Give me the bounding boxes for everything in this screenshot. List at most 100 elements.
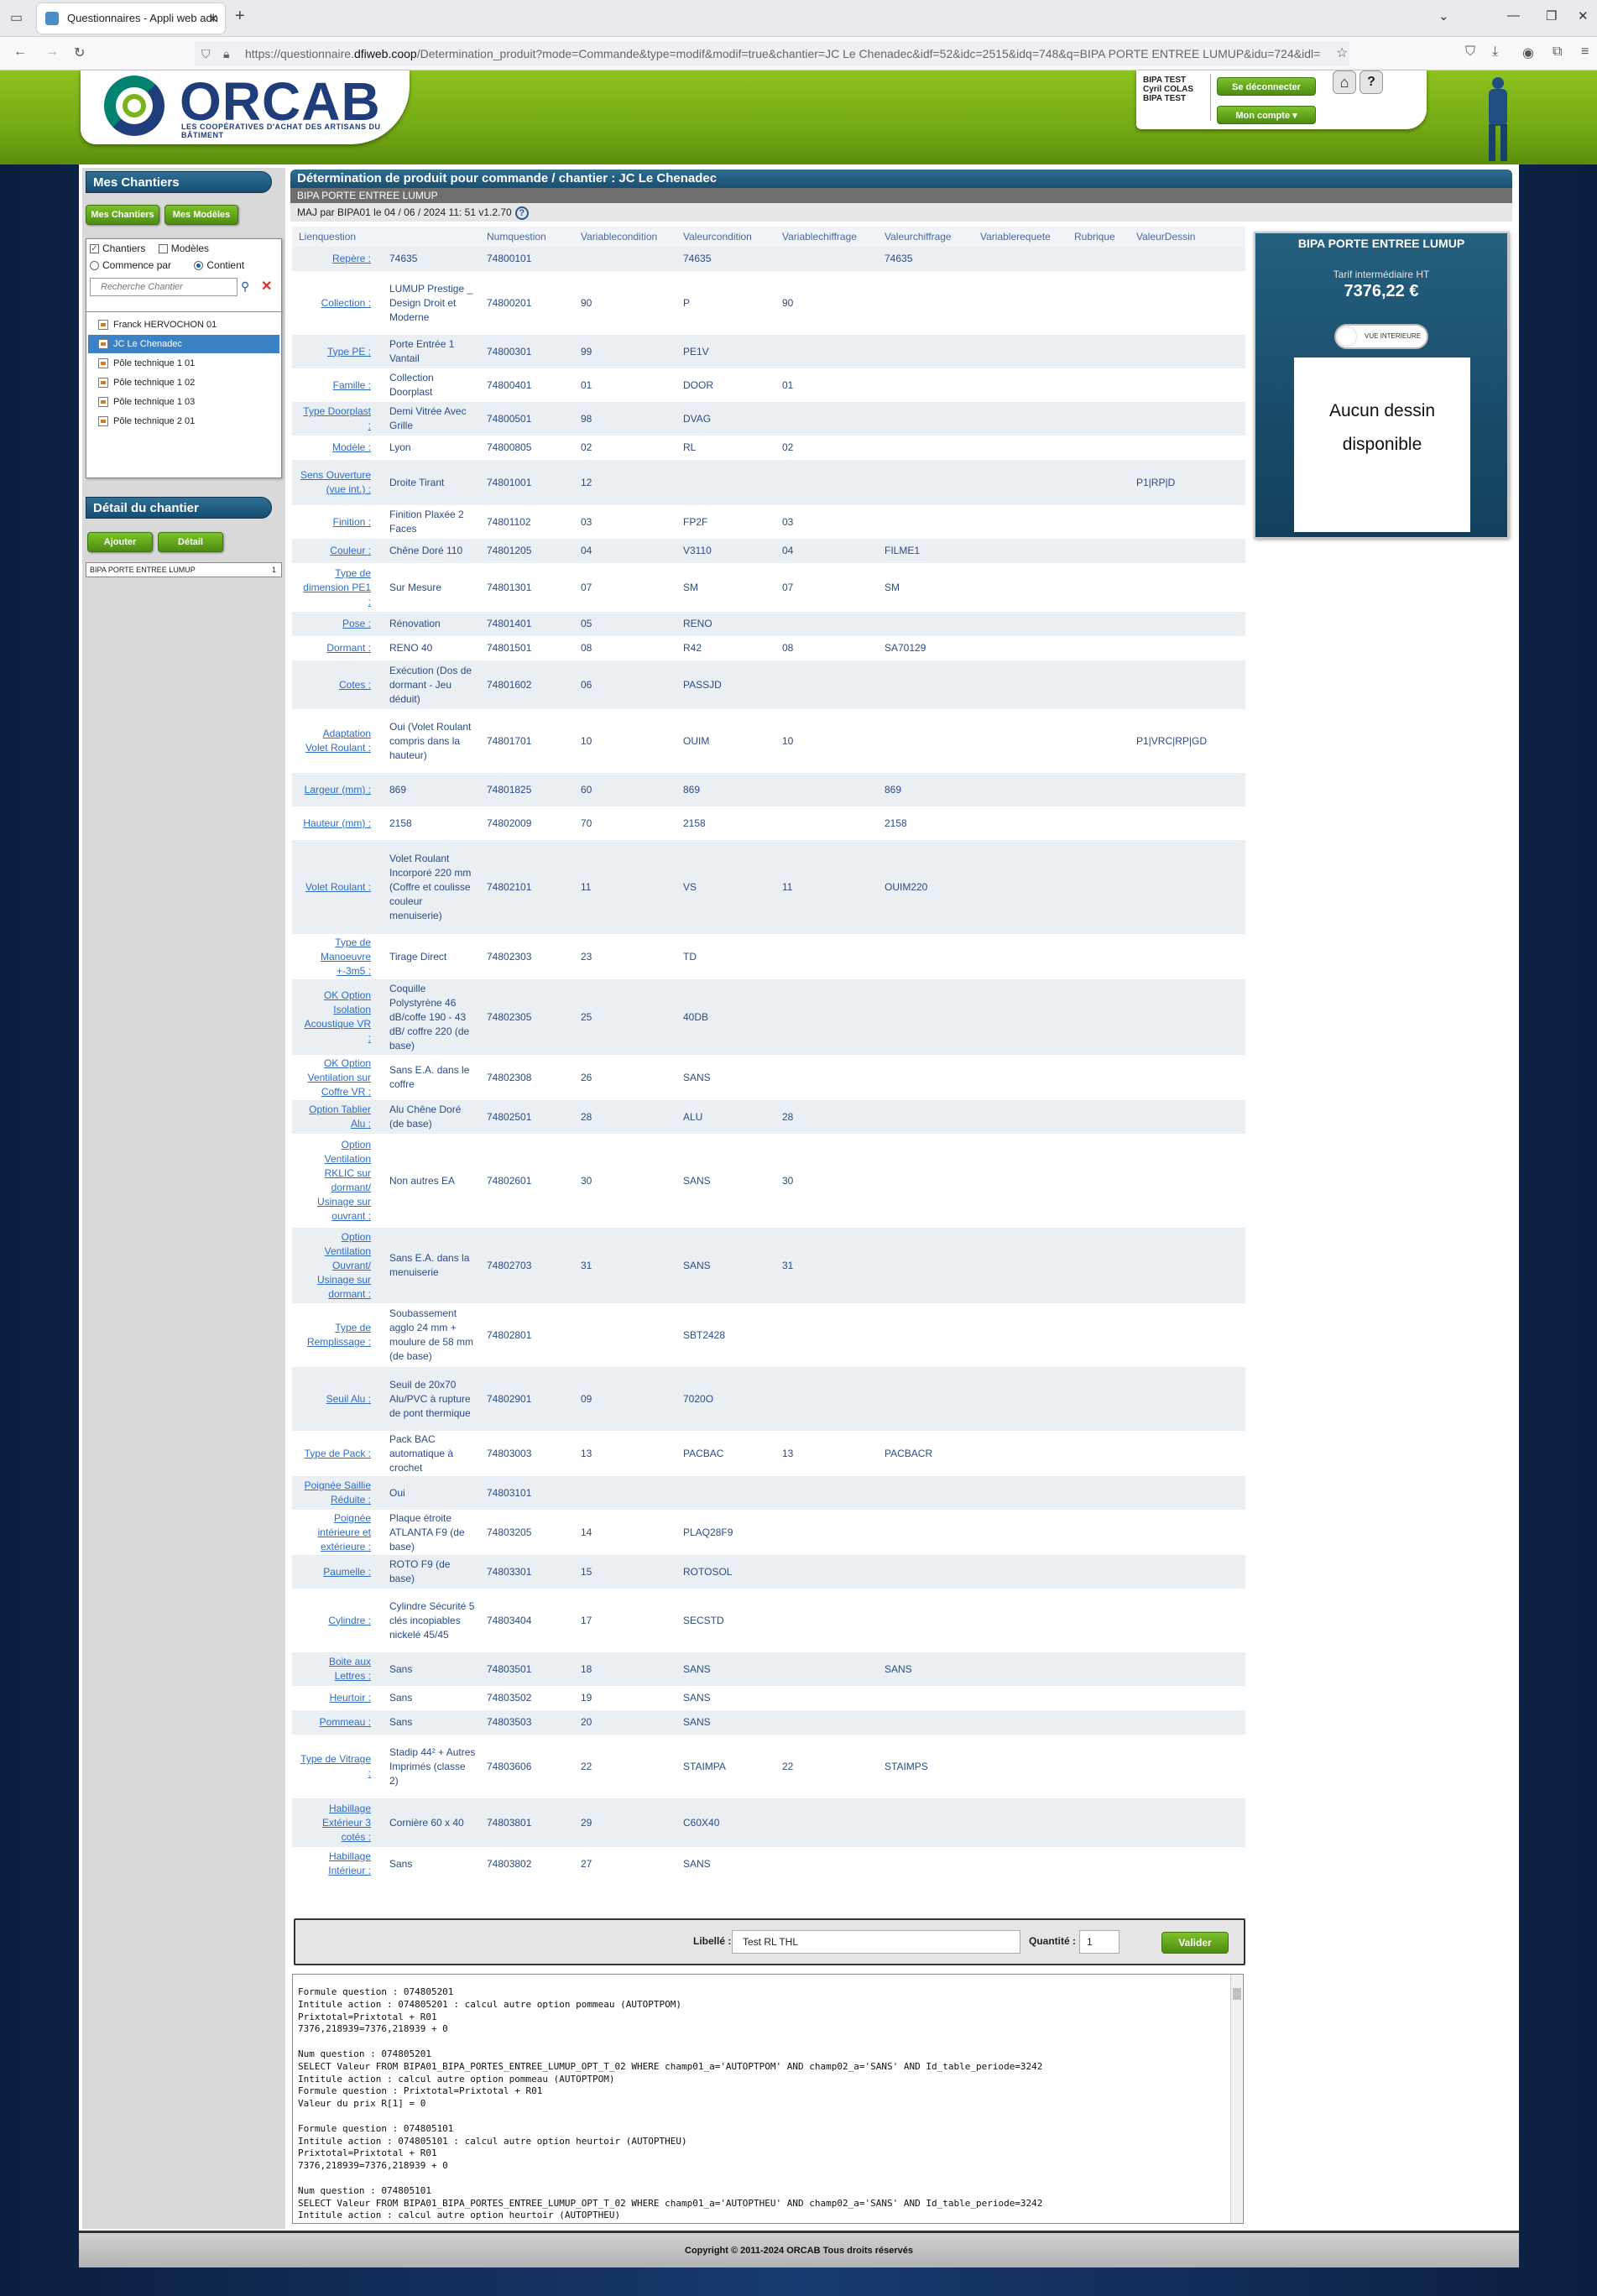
quantite-input[interactable]: 1 [1079,1930,1119,1954]
cell-empty [973,1476,1067,1510]
question-link[interactable]: Adaptation Volet Roulant : [305,728,371,754]
scrollbar-thumb[interactable] [1233,1988,1241,2000]
site-item[interactable]: Pôle technique 2 01 [88,412,279,430]
question-link[interactable]: Repère : [332,253,371,264]
my-sites-button[interactable]: Mes Chantiers [86,205,159,225]
browser-tab[interactable]: Questionnaires - Appli web adh ✕ [37,3,225,34]
question-link[interactable]: Seuil Alu : [326,1393,371,1405]
question-link[interactable]: Type de dimension PE1 : [303,567,371,608]
reload-icon[interactable]: ↻ [74,44,85,61]
question-link[interactable]: Boite aux Lettres : [329,1656,371,1682]
restore-icon[interactable]: ❐ [1546,8,1557,23]
account-button[interactable]: Mon compte ▾ [1217,106,1316,124]
download-icon[interactable]: ⤓ [1492,44,1498,60]
orcab-logo[interactable]: ORCAB LES COOPÉRATIVES D'ACHAT DES ARTIS… [81,70,410,144]
question-link[interactable]: Paumelle : [323,1566,371,1578]
checkbox-modeles[interactable] [158,244,168,254]
clear-icon[interactable]: ✕ [261,278,272,295]
site-item[interactable]: Pôle technique 1 03 [88,393,279,411]
question-link[interactable]: Habillage Intérieur : [328,1850,371,1876]
chevron-down-icon[interactable]: ⌄ [1438,8,1449,23]
cell-valc: PACBAC [676,1431,775,1476]
question-link[interactable]: Option Tablier Alu : [309,1104,371,1130]
logout-button[interactable]: Se déconnecter [1217,77,1316,96]
cell-empty [973,1228,1067,1303]
radio-commence[interactable] [90,261,99,271]
back-icon[interactable]: ← [13,44,27,60]
cell-varc: 99 [574,335,676,368]
forward-icon[interactable]: → [45,44,59,60]
worker-illustration [1475,76,1519,163]
question-link[interactable]: Option Ventilation RKLIC sur dormant/ Us… [317,1139,371,1222]
question-link[interactable]: Type de Pack : [305,1448,371,1459]
help-icon[interactable]: ? [514,206,529,220]
question-link[interactable]: Dormant : [326,642,371,654]
question-link[interactable]: Pose : [342,618,371,629]
radio-commence-label: Commence par [102,259,172,271]
question-link[interactable]: Sens Ouverture (vue int.) : [300,469,371,495]
question-link[interactable]: Famille : [333,379,371,391]
question-link[interactable]: Modèle : [332,441,371,453]
question-link[interactable]: OK Option Isolation Acoustique VR : [305,989,371,1044]
menu-icon[interactable]: ≡ [1581,44,1589,60]
address-bar[interactable]: ⛉ 🔒︎ https://questionnaire.dfiweb.coop/D… [195,41,1349,66]
cell-varch [775,612,878,636]
log-scrollbar[interactable] [1230,1975,1242,2223]
site-detail-item[interactable]: BIPA PORTE ENTREE LUMUP 1 [86,562,282,577]
close-tab-icon[interactable]: ✕ [208,3,218,34]
cell-varch [775,1652,878,1686]
add-button[interactable]: Ajouter [87,532,153,552]
cell-valch [878,271,973,335]
update-info: MAJ par BIPA01 le 04 / 06 / 2024 11: 51 … [290,203,1512,222]
question-link[interactable]: Type de Vitrage : [300,1753,371,1779]
new-tab-icon[interactable]: + [235,7,245,26]
cell-empty [973,1431,1067,1476]
question-link[interactable]: Volet Roulant : [305,881,371,893]
tab-list-icon[interactable]: ▭ [10,9,23,26]
validate-button[interactable]: Valider [1161,1932,1229,1954]
question-link[interactable]: Pommeau : [320,1716,371,1728]
help-button[interactable]: ? [1360,70,1383,94]
site-item[interactable]: Franck HERVOCHON 01 [88,316,279,334]
cell-varch: 11 [775,840,878,934]
extensions-icon[interactable]: ⧉ [1553,44,1562,60]
site-item[interactable]: Pôle technique 1 01 [88,354,279,373]
my-models-button[interactable]: Mes Modèles [164,205,238,225]
libelle-input[interactable]: Test RL THL [732,1930,1020,1954]
question-link[interactable]: Cylindre : [328,1615,371,1626]
account-icon[interactable]: ◉ [1522,44,1534,61]
question-link[interactable]: Finition : [333,516,371,528]
question-link[interactable]: Option Ventilation Ouvrant/ Usinage sur … [317,1231,371,1300]
calculation-log[interactable]: Formule question : 074805201 Intitule ac… [292,1974,1244,2224]
site-item-selected[interactable]: JC Le Chenadec [88,335,279,353]
question-link[interactable]: Cotes : [339,679,371,691]
question-link[interactable]: Heurtoir : [330,1692,371,1704]
home-icon[interactable]: ⌂ [1333,70,1356,94]
question-link[interactable]: Type PE : [327,346,371,357]
bookmark-star-icon[interactable]: ☆ [1336,44,1348,61]
checkbox-chantiers[interactable]: ✓ [90,244,99,254]
search-icon[interactable]: ⚲ [241,279,249,294]
radio-contient[interactable] [194,261,204,271]
question-link[interactable]: OK Option Ventilation sur Coffre VR : [308,1057,371,1098]
question-link[interactable]: Type de Remplissage : [307,1322,371,1348]
question-link[interactable]: Hauteur (mm) : [303,817,371,829]
question-link[interactable]: Habillage Extérieur 3 cotés : [322,1803,371,1843]
detail-button[interactable]: Détail [158,532,223,552]
view-toggle[interactable]: VUE INTERIEURE [1334,324,1428,349]
question-link[interactable]: Collection : [321,297,371,309]
question-link[interactable]: Type de Manoeuvre +-3m5 : [321,937,371,977]
cell-varch: 22 [775,1735,878,1798]
question-link[interactable]: Type Doorplast : [303,405,371,431]
pocket-icon[interactable]: ⛉ [1465,44,1475,60]
minimize-icon[interactable]: — [1507,8,1520,23]
question-link[interactable]: Poignée intérieure et extérieure : [318,1512,371,1552]
close-window-icon[interactable]: ✕ [1578,8,1589,23]
question-link[interactable]: Poignée Saillie Réduite : [305,1479,371,1505]
site-item[interactable]: Pôle technique 1 02 [88,373,279,392]
search-input[interactable]: Recherche Chantier [90,278,237,296]
cell-empty [973,636,1067,660]
column-header: ValeurDessin [1130,227,1245,247]
question-link[interactable]: Couleur : [330,545,371,556]
question-link[interactable]: Largeur (mm) : [305,784,371,796]
